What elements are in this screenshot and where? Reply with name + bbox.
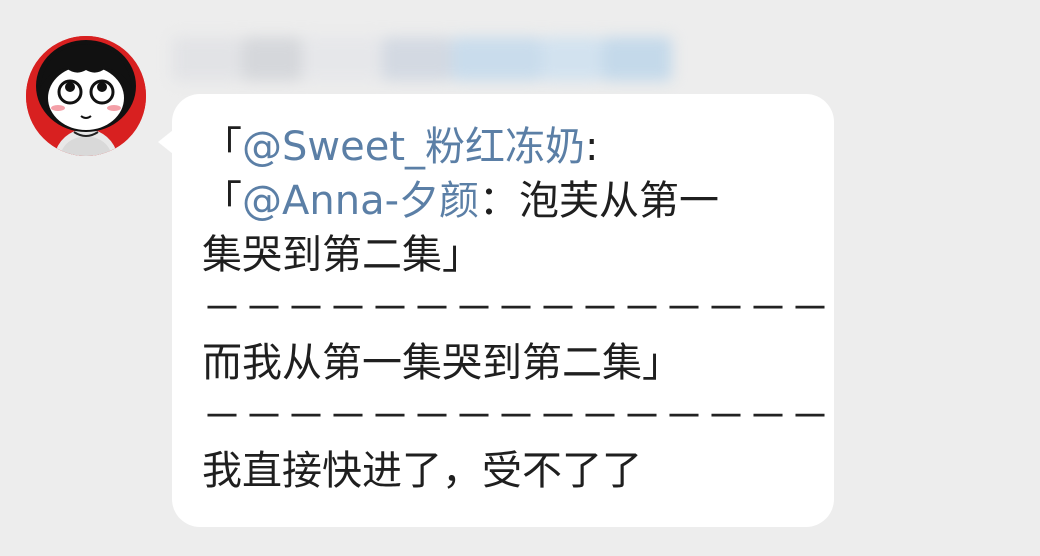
message-text: 「@Sweet_粉红冻奶: 「@Anna-夕颜：泡芙从第一 集哭到第二集」 －－…: [202, 120, 832, 498]
quote-open-bracket: 「: [202, 124, 242, 170]
divider-line-1: －－－－－－－－－－－－－－－: [202, 286, 832, 332]
message-bubble[interactable]: 「@Sweet_粉红冻奶: 「@Anna-夕颜：泡芙从第一 集哭到第二集」 －－…: [158, 94, 834, 527]
quote-line-3: 集哭到第二集」: [202, 232, 482, 278]
quote-open-bracket-2: 「: [202, 178, 242, 224]
quote-line-1: 「@Sweet_粉红冻奶:: [202, 120, 812, 174]
quote-line-5: 而我从第一集哭到第二集」: [202, 340, 682, 386]
quote-line-1-after: :: [585, 124, 599, 170]
quote-line-2-after: ：泡芙从第一: [479, 178, 720, 224]
mention-anna[interactable]: @Anna-夕颜: [242, 178, 479, 224]
cartoon-girl-avatar-icon: [26, 36, 146, 156]
divider-line-2: －－－－－－－－－－－－－－－: [202, 394, 832, 440]
reply-line: 我直接快进了，受不了了: [202, 448, 642, 494]
quote-line-2: 「@Anna-夕颜：泡芙从第一: [202, 174, 812, 228]
sender-name-blurred: [172, 30, 692, 88]
mention-sweet[interactable]: @Sweet_粉红冻奶: [242, 124, 585, 170]
bubble-tail: [158, 130, 173, 154]
avatar[interactable]: [26, 36, 146, 156]
